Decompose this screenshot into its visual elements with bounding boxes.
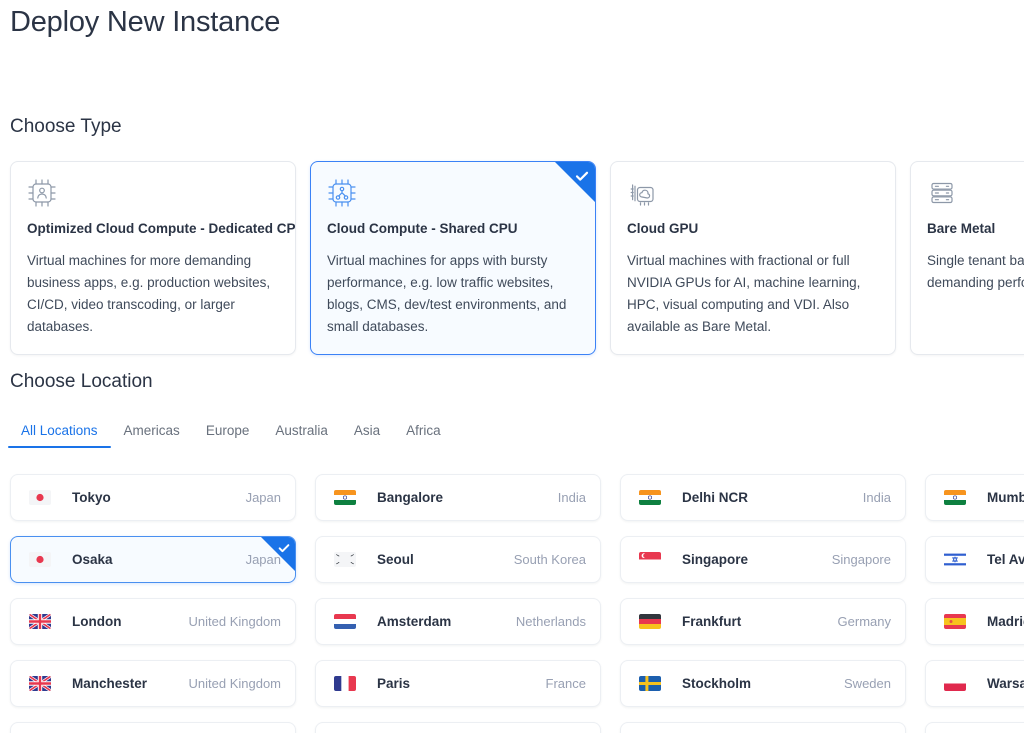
flag-icon-sg xyxy=(639,552,661,567)
instance-type-description: Virtual machines for apps with bursty pe… xyxy=(327,253,567,334)
location-card[interactable] xyxy=(10,722,296,733)
location-city: Mumbai xyxy=(987,490,1024,505)
location-card[interactable]: Manchester United Kingdom xyxy=(10,660,296,707)
flag-icon-kr xyxy=(334,552,356,567)
flag-icon-gb xyxy=(29,614,51,629)
location-city: Warsaw xyxy=(987,676,1024,691)
cpu-person-icon xyxy=(27,178,57,208)
location-country: United Kingdom xyxy=(188,614,282,629)
location-card[interactable]: Delhi NCR India xyxy=(620,474,906,521)
flag-icon-pl xyxy=(944,676,966,691)
flag-icon-in xyxy=(639,490,661,505)
choose-location-heading: Choose Location xyxy=(10,371,153,392)
location-city: London xyxy=(72,614,122,629)
location-country: Japan xyxy=(245,552,281,567)
location-city: Madrid xyxy=(987,614,1024,629)
flag-icon-il xyxy=(944,552,966,567)
location-card[interactable] xyxy=(620,722,906,733)
location-card[interactable]: Madrid Spain xyxy=(925,598,1024,645)
instance-type-name: Optimized Cloud Compute - Dedicated CPU xyxy=(27,221,296,236)
instance-type-card[interactable]: Cloud GPU Virtual machines with fraction… xyxy=(610,161,896,355)
location-city: Frankfurt xyxy=(682,614,742,629)
instance-type-list: Optimized Cloud Compute - Dedicated CPU … xyxy=(10,161,1024,355)
location-card[interactable]: Warsaw Poland xyxy=(925,660,1024,707)
location-city: Delhi NCR xyxy=(682,490,749,505)
location-city: Paris xyxy=(377,676,411,691)
location-city: Tokyo xyxy=(72,490,111,505)
location-card[interactable]: Bangalore India xyxy=(315,474,601,521)
instance-type-card[interactable]: Optimized Cloud Compute - Dedicated CPU … xyxy=(10,161,296,355)
location-card[interactable]: Mumbai India xyxy=(925,474,1024,521)
cpu-shared-icon xyxy=(327,178,357,208)
tab-africa[interactable]: Africa xyxy=(393,418,454,448)
location-country: Singapore xyxy=(831,552,891,567)
location-card[interactable]: Singapore Singapore xyxy=(620,536,906,583)
flag-icon-jp xyxy=(29,490,51,505)
location-country: India xyxy=(862,490,891,505)
location-country: Sweden xyxy=(844,676,891,691)
location-country: South Korea xyxy=(513,552,586,567)
choose-type-heading: Choose Type xyxy=(10,116,122,137)
location-city: Stockholm xyxy=(682,676,752,691)
tab-americas[interactable]: Americas xyxy=(111,418,193,448)
instance-type-card[interactable]: Bare Metal Single tenant bare metal for … xyxy=(910,161,1024,355)
location-card[interactable]: Stockholm Sweden xyxy=(620,660,906,707)
instance-type-description: Virtual machines for more demanding busi… xyxy=(27,253,271,334)
instance-type-description: Single tenant bare metal for the most de… xyxy=(927,253,1024,290)
flag-icon-nl xyxy=(334,614,356,629)
deploy-new-instance-page: Deploy New Instance Choose Type Optimize… xyxy=(0,0,1024,733)
location-region-tabs: All Locations Americas Europe Australia Asia… xyxy=(8,418,454,448)
flag-icon-in xyxy=(944,490,966,505)
location-city: Amsterdam xyxy=(377,614,452,629)
location-card[interactable]: Amsterdam Netherlands xyxy=(315,598,601,645)
selected-corner xyxy=(555,162,595,202)
flag-icon-gb xyxy=(29,676,51,691)
location-city: Manchester xyxy=(72,676,148,691)
location-card[interactable]: Tokyo Japan xyxy=(10,474,296,521)
tab-australia[interactable]: Australia xyxy=(262,418,341,448)
page-title: Deploy New Instance xyxy=(10,6,281,38)
location-card[interactable] xyxy=(315,722,601,733)
location-card[interactable]: Frankfurt Germany xyxy=(620,598,906,645)
flag-icon-de xyxy=(639,614,661,629)
instance-type-name: Cloud Compute - Shared CPU xyxy=(327,221,518,236)
location-country: France xyxy=(545,676,586,691)
instance-type-name: Cloud GPU xyxy=(627,221,699,236)
tab-europe[interactable]: Europe xyxy=(193,418,263,448)
location-country: United Kingdom xyxy=(188,676,282,691)
flag-icon-in xyxy=(334,490,356,505)
tab-asia[interactable]: Asia xyxy=(341,418,393,448)
flag-icon-fr xyxy=(334,676,356,691)
instance-type-card[interactable]: Cloud Compute - Shared CPU Virtual machi… xyxy=(310,161,596,355)
location-card[interactable]: Seoul South Korea xyxy=(315,536,601,583)
location-card[interactable] xyxy=(925,722,1024,733)
check-icon xyxy=(575,171,589,181)
location-city: Bangalore xyxy=(377,490,444,505)
server-rack-icon xyxy=(927,178,957,208)
instance-type-description: Virtual machines with fractional or full… xyxy=(627,253,861,334)
location-card[interactable]: Tel Aviv Israel xyxy=(925,536,1024,583)
location-city: Singapore xyxy=(682,552,749,567)
location-country: Germany xyxy=(837,614,891,629)
location-card[interactable]: London United Kingdom xyxy=(10,598,296,645)
location-city: Tel Aviv xyxy=(987,552,1024,567)
location-city: Osaka xyxy=(72,552,113,567)
location-country: Japan xyxy=(245,490,281,505)
location-city: Seoul xyxy=(377,552,414,567)
tab-all-locations[interactable]: All Locations xyxy=(8,418,111,448)
location-card[interactable]: Osaka Japan xyxy=(10,536,296,583)
location-list: Tokyo Japan Bangalore India Delhi NCR In… xyxy=(10,474,1024,733)
location-country: India xyxy=(557,490,586,505)
instance-type-name: Bare Metal xyxy=(927,221,996,236)
flag-icon-jp xyxy=(29,552,51,567)
location-card[interactable]: Paris France xyxy=(315,660,601,707)
flag-icon-se xyxy=(639,676,661,691)
location-country: Netherlands xyxy=(515,614,586,629)
flag-icon-es xyxy=(944,614,966,629)
gpu-cloud-icon xyxy=(627,178,657,208)
